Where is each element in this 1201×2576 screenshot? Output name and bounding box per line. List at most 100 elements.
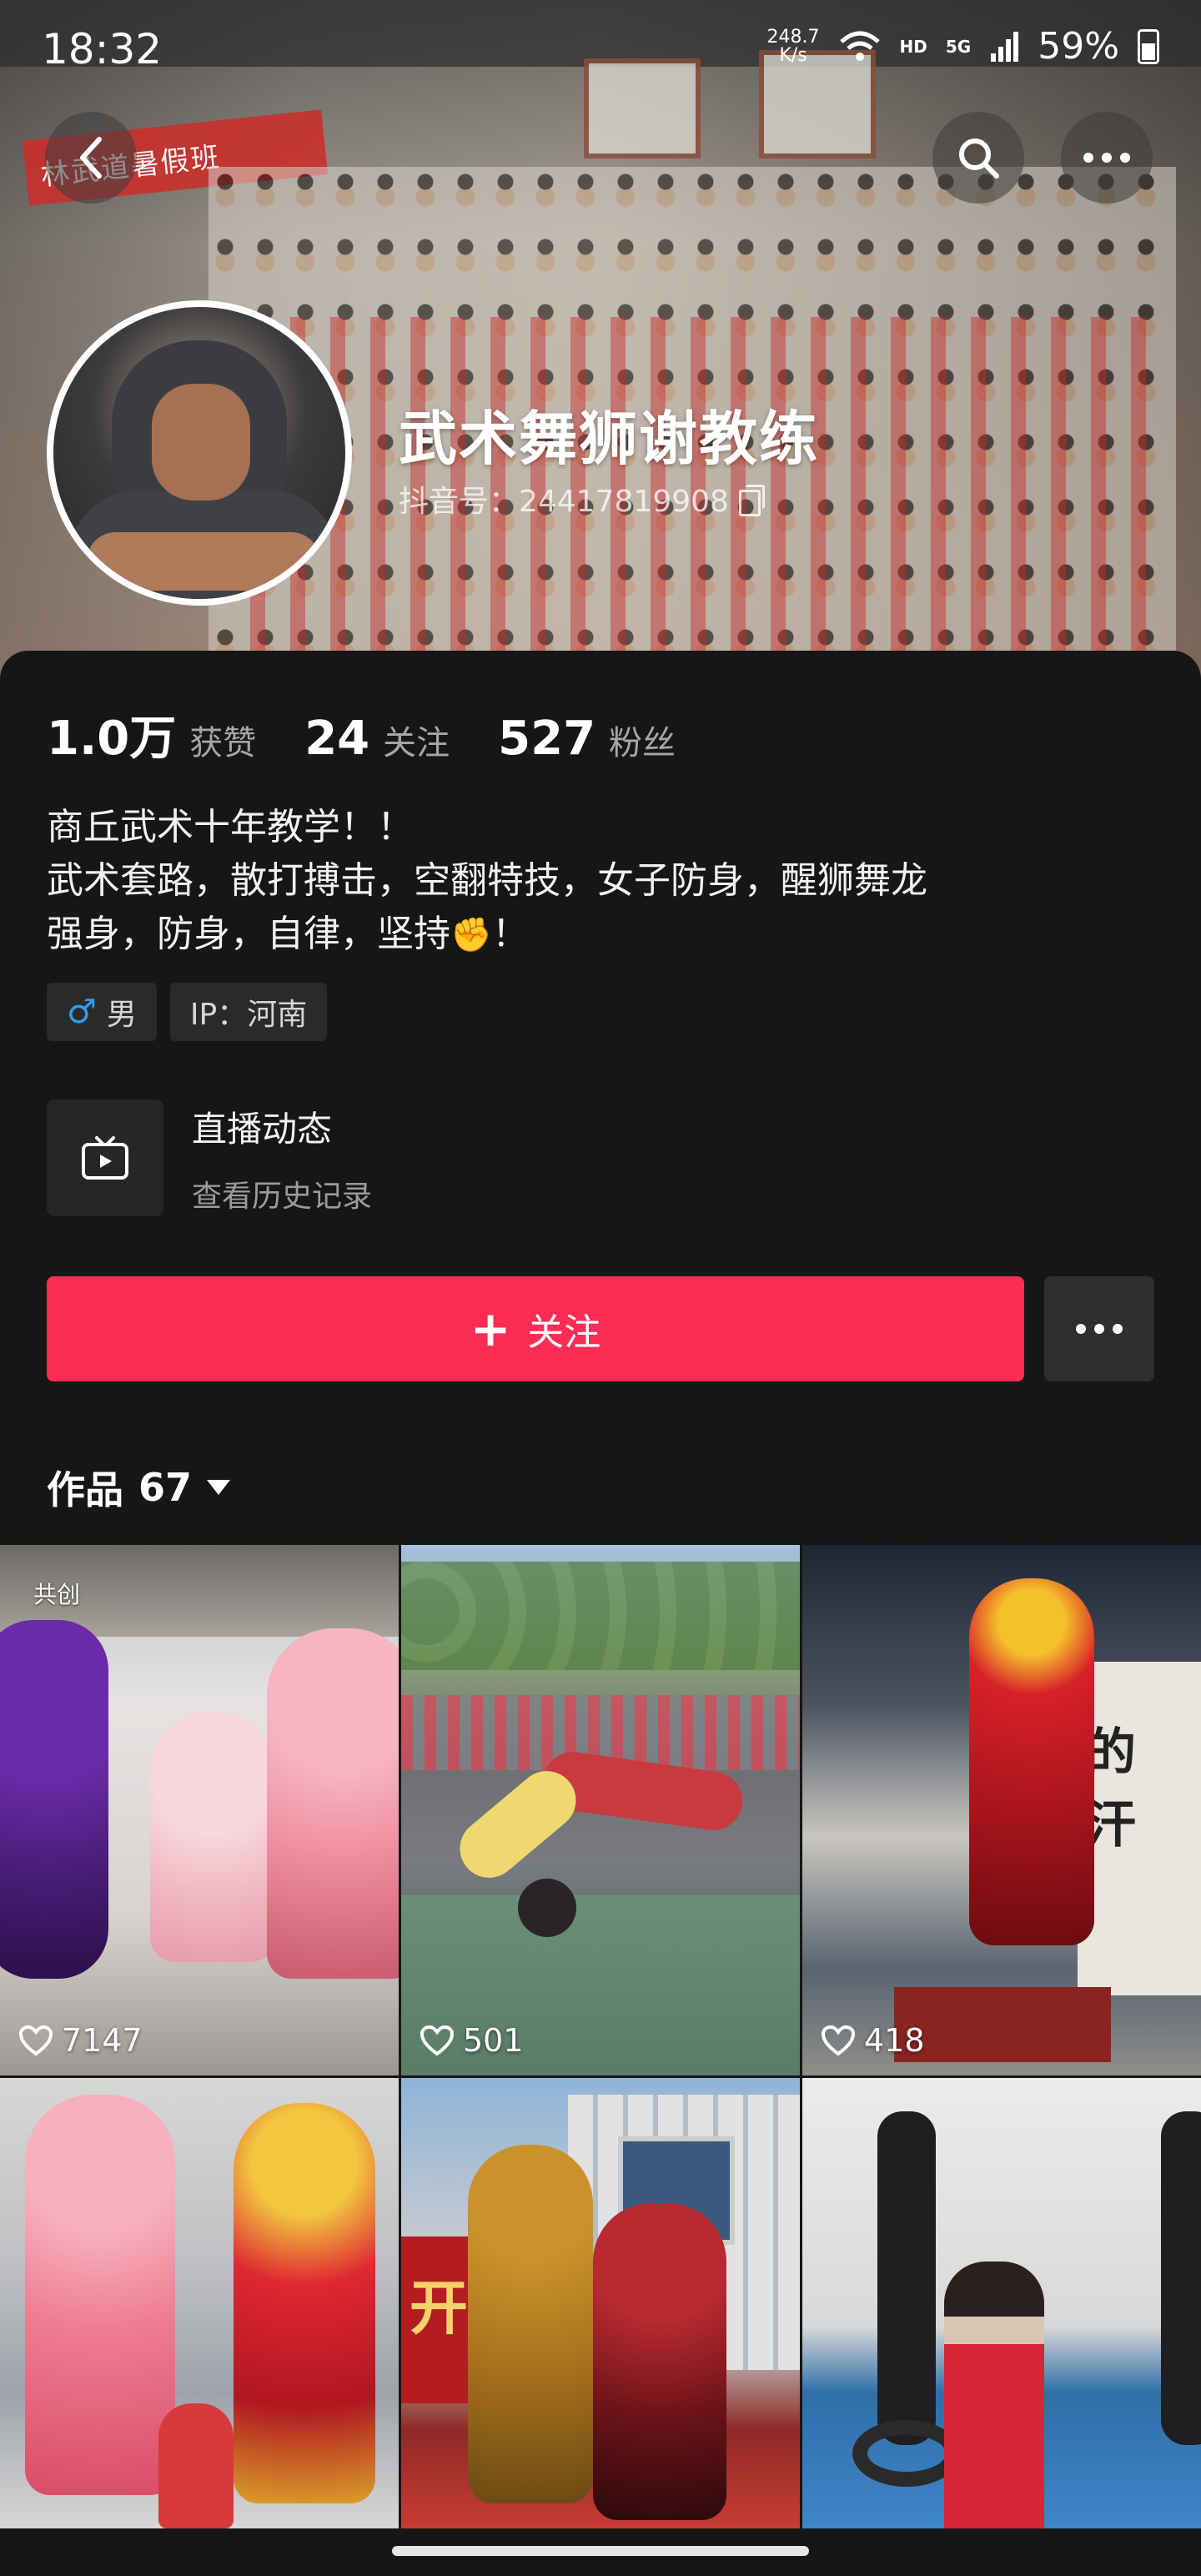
- tile-thumbnail-sign: 的 汗: [1086, 1723, 1136, 1854]
- works-label: 作品: [47, 1467, 123, 1512]
- stat-followers-label: 粉丝: [609, 724, 676, 762]
- stat-followers[interactable]: 527 粉丝: [498, 712, 676, 766]
- tile-likes: 7147: [18, 2022, 143, 2059]
- caret-down-icon: [207, 1480, 231, 1495]
- works-count: 67: [138, 1465, 193, 1510]
- stat-following-label: 关注: [383, 724, 450, 762]
- more-button[interactable]: [1061, 112, 1153, 204]
- avatar-face: [152, 384, 250, 501]
- search-icon: [959, 138, 999, 179]
- tile-thumbnail-wall: 的 汗: [1078, 1662, 1201, 1995]
- tile-thumbnail-trees: [401, 1562, 800, 1670]
- tile-thumbnail-figure: [158, 2403, 234, 2528]
- plus-icon: +: [470, 1301, 511, 1357]
- tile-likes-count: 7147: [62, 2022, 143, 2059]
- bio-line-3: 强身，防身，自律，坚持✊！: [47, 908, 927, 962]
- hd-indicator: HD: [899, 36, 927, 57]
- video-tile[interactable]: [0, 2078, 399, 2528]
- chevron-left-icon: [80, 137, 102, 179]
- stat-likes-num: 1.0万: [47, 712, 177, 766]
- profile-tags: ♂ 男 IP：河南: [47, 983, 328, 1041]
- profile-stats: 1.0万 获赞 24 关注 527 粉丝: [47, 701, 724, 768]
- douyin-id-text: 抖音号：24417819908: [399, 485, 729, 519]
- live-subtitle: 查看历史记录: [192, 1179, 373, 1214]
- douyin-id[interactable]: 抖音号：24417819908: [399, 477, 765, 521]
- ip-tag: IP：河南: [169, 983, 328, 1041]
- follow-button-label: 关注: [527, 1311, 601, 1354]
- search-button[interactable]: [932, 112, 1024, 204]
- video-grid: 共创 7147 501 的 汗 418 开: [0, 1545, 1201, 2528]
- profile-name: 武术舞狮谢教练: [399, 405, 819, 473]
- co-creation-badge: 共创: [33, 1581, 81, 1608]
- heart-icon: [420, 2025, 455, 2056]
- ip-tag-label: IP：河南: [189, 998, 308, 1032]
- status-bar: 18:32 248.7 K/s HD 5G 59%: [0, 0, 1201, 100]
- tile-thumbnail-lion: [468, 2145, 593, 2503]
- stat-likes-label: 获赞: [189, 724, 257, 762]
- wifi-icon: [839, 31, 880, 61]
- battery-icon: [1138, 28, 1159, 64]
- tile-thumbnail-figure: [448, 1758, 588, 1890]
- live-icon-box: [47, 1099, 163, 1216]
- profile-bio: 商丘武术十年教学！！ 武术套路，散打搏击，空翻特技，女子防身，醒狮舞龙 强身，防…: [47, 801, 927, 962]
- tile-thumbnail-figure: [518, 1879, 576, 1937]
- more-horizontal-icon: [1083, 153, 1130, 163]
- video-tile[interactable]: [802, 2078, 1201, 2528]
- bio-line-3-end: ！: [491, 913, 529, 955]
- male-icon: ♂: [67, 993, 97, 1031]
- gender-tag-label: 男: [106, 998, 137, 1032]
- status-indicators: 248.7 K/s HD 5G 59%: [767, 25, 1159, 68]
- tile-thumbnail-figure: [150, 1712, 275, 1962]
- status-time: 18:32: [42, 25, 163, 73]
- copy-icon[interactable]: [738, 485, 765, 516]
- tile-thumbnail-punching-bag: [1161, 2111, 1201, 2445]
- tile-likes-count: 418: [864, 2022, 925, 2059]
- tile-thumbnail-lion: [969, 1578, 1094, 1945]
- fist-icon: ✊: [450, 916, 492, 954]
- stat-likes[interactable]: 1.0万 获赞: [47, 701, 256, 768]
- tile-thumbnail-lion: [234, 2103, 375, 2503]
- tile-thumbnail-lion: [267, 1628, 399, 1979]
- live-title: 直播动态: [192, 1108, 333, 1150]
- network-type: 5G: [945, 36, 972, 57]
- bio-line-2: 武术套路，散打搏击，空翻特技，女子防身，醒狮舞龙: [47, 859, 927, 902]
- live-text: 直播动态 查看历史记录: [192, 1101, 372, 1215]
- live-history-entry[interactable]: 直播动态 查看历史记录: [47, 1099, 372, 1216]
- follow-button[interactable]: + 关注: [47, 1276, 1024, 1381]
- battery-percent: 59%: [1038, 25, 1119, 68]
- tile-thumbnail-figure: [944, 2262, 1044, 2528]
- dot-icon: [1113, 1324, 1123, 1334]
- tile-thumbnail-bench: [894, 1987, 1111, 2062]
- tile-thumbnail-lion: [0, 1620, 108, 1979]
- heart-icon: [18, 2025, 53, 2056]
- tile-likes-count: 501: [463, 2022, 524, 2059]
- avatar[interactable]: [47, 300, 352, 606]
- gender-tag: ♂ 男: [47, 983, 157, 1041]
- stat-following[interactable]: 24 关注: [304, 712, 450, 766]
- network-speed-unit: K/s: [779, 44, 807, 66]
- bio-line-1: 商丘武术十年教学！！: [47, 806, 414, 848]
- video-tile[interactable]: 共创 7147: [0, 1545, 399, 2075]
- profile-card: 1.0万 获赞 24 关注 527 粉丝 商丘武术十年教学！！ 武术套路，散打搏…: [0, 651, 1201, 1543]
- tile-thumbnail-punching-bag: [877, 2111, 936, 2445]
- tile-thumbnail-lion: [25, 2095, 175, 2495]
- signal-icon: [991, 31, 1019, 62]
- more-actions-button[interactable]: [1044, 1276, 1154, 1381]
- bio-line-3-text: 强身，防身，自律，坚持: [47, 913, 450, 955]
- video-tile[interactable]: 的 汗 418: [802, 1545, 1201, 2075]
- tile-likes: 418: [821, 2022, 925, 2059]
- back-button[interactable]: [45, 112, 137, 204]
- tv-icon: [82, 1136, 128, 1180]
- network-speed-value: 248.7: [766, 26, 820, 48]
- tile-thumbnail-lion: [593, 2203, 726, 2520]
- heart-icon: [821, 2025, 856, 2056]
- video-tile[interactable]: 开: [401, 2078, 800, 2528]
- video-tile[interactable]: 501: [401, 1545, 800, 2075]
- dot-icon: [1094, 1324, 1104, 1334]
- works-tab[interactable]: 作品 67: [47, 1460, 231, 1515]
- stat-followers-num: 527: [498, 712, 596, 766]
- avatar-arms: [87, 532, 320, 591]
- home-indicator[interactable]: [392, 2546, 809, 2556]
- network-speed: 248.7 K/s: [767, 28, 820, 65]
- dot-icon: [1076, 1324, 1086, 1334]
